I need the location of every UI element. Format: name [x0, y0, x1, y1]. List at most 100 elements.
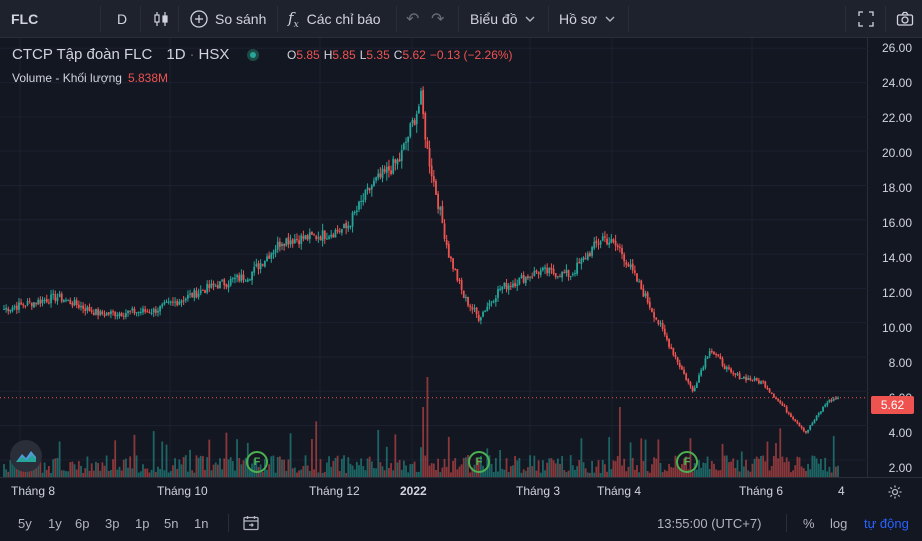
event-marker[interactable]: F: [676, 451, 698, 473]
candle-body: [52, 293, 55, 295]
candle-body: [154, 309, 157, 313]
clock[interactable]: 13:55:00 (UTC+7): [657, 505, 761, 541]
volume-bar: [651, 464, 653, 477]
event-marker[interactable]: F: [246, 451, 268, 473]
candles-icon[interactable]: [152, 0, 170, 38]
candle-body: [685, 373, 688, 380]
volume-bar: [702, 462, 705, 477]
range-1m[interactable]: 1p: [135, 505, 149, 541]
candle-body: [618, 246, 621, 248]
volume-bar: [725, 455, 728, 477]
log-toggle[interactable]: log: [830, 505, 847, 541]
candle-body: [253, 266, 256, 273]
chart-settings-icon[interactable]: [868, 477, 922, 505]
volume-bar: [824, 457, 827, 477]
candle-body: [830, 399, 833, 402]
fullscreen-icon[interactable]: [857, 0, 875, 38]
time-scale[interactable]: [0, 477, 868, 505]
redo-icon[interactable]: ↷: [431, 0, 444, 38]
candle-body: [710, 350, 713, 353]
candle-body: [257, 263, 260, 270]
candle-body: [469, 305, 472, 308]
camera-icon[interactable]: [896, 0, 914, 38]
chart-pane[interactable]: [0, 38, 868, 477]
volume-bar: [743, 466, 745, 477]
volume-bar: [428, 465, 431, 477]
symbol-search[interactable]: FLC: [11, 0, 38, 38]
volume-bar: [454, 458, 457, 477]
candle-body: [565, 269, 568, 274]
candle-body: [251, 271, 253, 281]
volume-bar: [633, 469, 636, 477]
compare-button[interactable]: So sánh: [189, 0, 266, 38]
candle-body: [225, 284, 228, 287]
candle-body: [663, 328, 666, 335]
range-1y[interactable]: 1y: [48, 505, 62, 541]
candle-body: [770, 392, 773, 394]
chart-type-dropdown[interactable]: Biểu đồ: [470, 0, 535, 38]
candle-body: [199, 290, 202, 294]
volume-bar: [80, 465, 82, 477]
candle-body: [755, 377, 758, 381]
candle-body: [680, 366, 683, 370]
volume-value: 5.838M: [127, 71, 168, 85]
range-1d[interactable]: 1n: [194, 505, 208, 541]
candle-body: [347, 225, 350, 229]
candle-body: [651, 308, 653, 312]
volume-bar: [623, 458, 626, 477]
market-status-icon[interactable]: [247, 48, 260, 61]
tradingview-logo-icon[interactable]: [10, 440, 42, 472]
candle-body: [824, 404, 827, 407]
toolbar-divider: [845, 6, 846, 32]
interval-button[interactable]: D: [117, 0, 127, 38]
range-5d[interactable]: 5n: [164, 505, 178, 541]
price-chart[interactable]: [0, 38, 868, 477]
candle-body: [88, 307, 91, 312]
candle-body: [358, 201, 360, 210]
undo-icon[interactable]: ↶: [406, 0, 419, 38]
candle-body: [766, 387, 769, 390]
percent-toggle[interactable]: %: [803, 505, 815, 541]
range-5y[interactable]: 5y: [18, 505, 32, 541]
plus-circle-icon: [190, 10, 208, 28]
candle-body: [443, 223, 446, 239]
candle-body: [304, 235, 307, 240]
volume-bar: [447, 436, 450, 477]
candle-body: [392, 158, 395, 174]
candle-body: [407, 136, 410, 143]
candle-body: [11, 307, 14, 311]
auto-scale-toggle[interactable]: tự động: [864, 505, 909, 541]
candle-body: [58, 293, 61, 298]
range-6m[interactable]: 6p: [75, 505, 89, 541]
volume-bar: [291, 468, 294, 477]
event-marker[interactable]: F: [468, 451, 490, 473]
candle-body: [22, 304, 25, 306]
toolbar-divider: [178, 6, 179, 32]
volume-bar: [559, 463, 561, 477]
volume-bar: [574, 469, 576, 477]
change-value: −0.13 (−2.26%): [429, 48, 513, 62]
candle-body: [475, 307, 478, 315]
candle-body: [621, 248, 623, 255]
candle-body: [518, 277, 521, 285]
price-label: 16.00: [881, 216, 912, 230]
price-label: 4.00: [888, 426, 912, 440]
candle-body: [749, 377, 752, 380]
volume-bar: [112, 459, 114, 477]
range-3m[interactable]: 3p: [105, 505, 119, 541]
compare-label: So sánh: [215, 11, 267, 27]
candle-body: [428, 148, 431, 167]
volume-bar: [527, 467, 529, 477]
candle-body: [597, 243, 600, 245]
price-label: 24.00: [881, 76, 912, 90]
date-range-icon[interactable]: [242, 505, 260, 541]
volume-bar: [556, 458, 559, 477]
volume-bar: [75, 469, 78, 477]
volume-bar: [315, 421, 318, 477]
volume-bar: [69, 462, 72, 477]
indicators-button[interactable]: fx Các chỉ báo: [288, 0, 381, 38]
profile-dropdown[interactable]: Hồ sơ: [559, 0, 615, 38]
volume-bar: [381, 466, 384, 477]
volume-bar: [52, 459, 55, 477]
price-label: 12.00: [881, 286, 912, 300]
